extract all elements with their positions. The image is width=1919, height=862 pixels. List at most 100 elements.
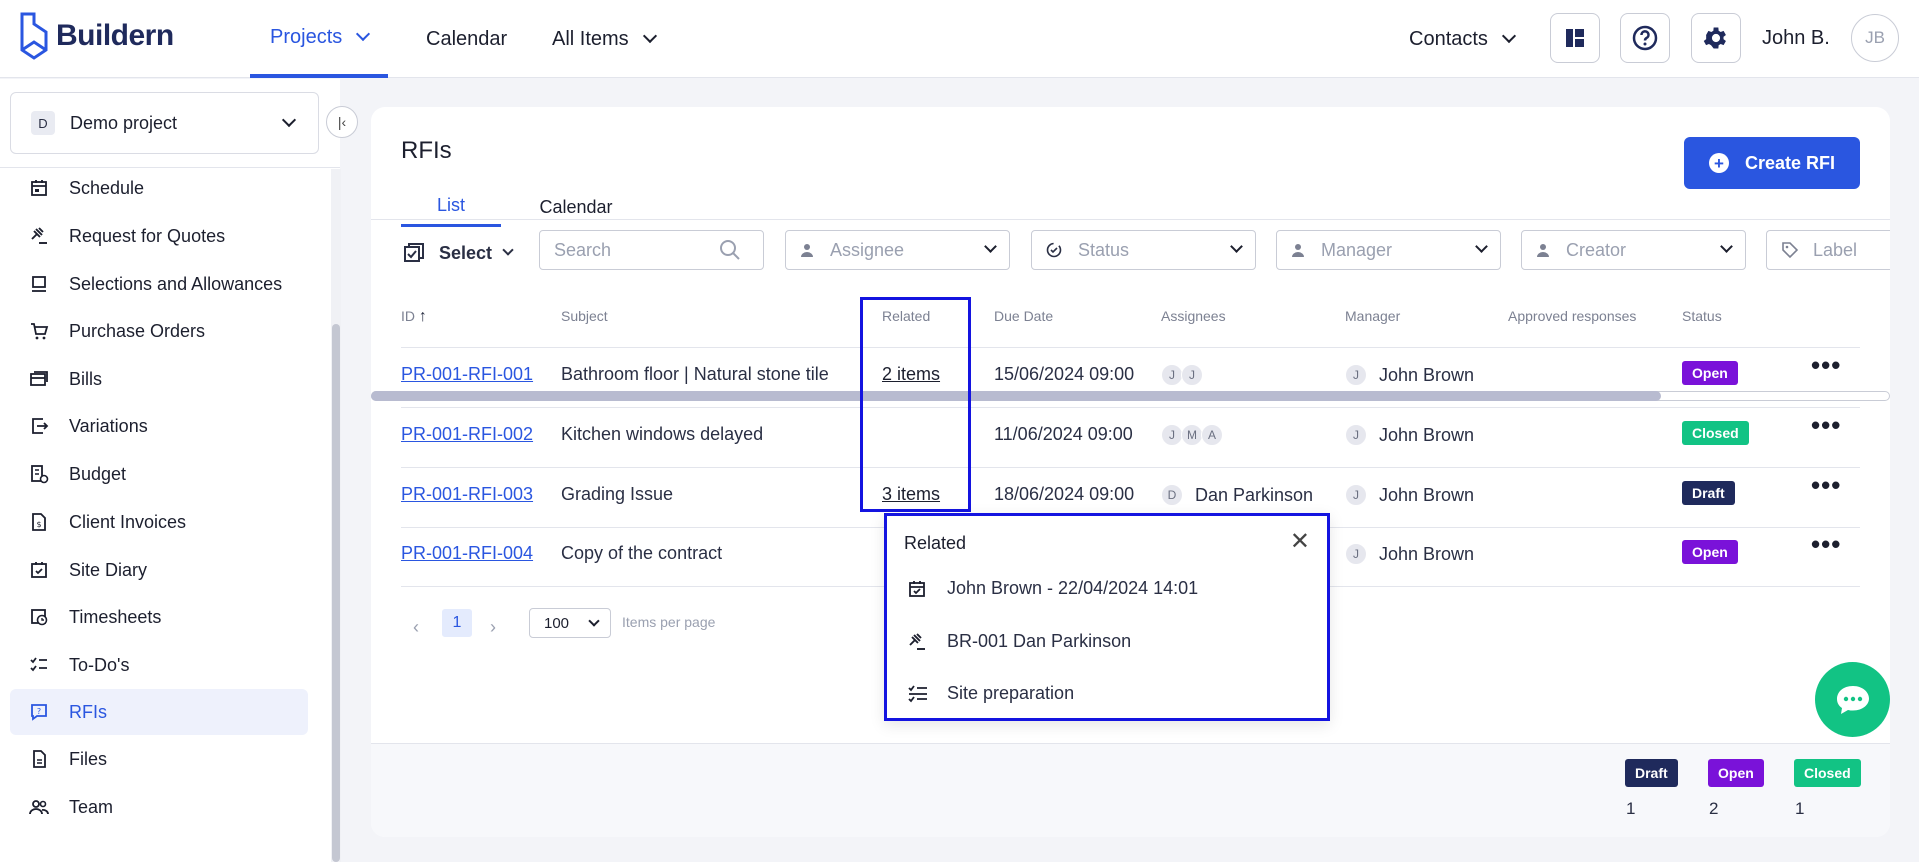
chat-button[interactable] bbox=[1815, 662, 1890, 737]
sidebar-item-label: Files bbox=[69, 748, 108, 769]
more-icon: ••• bbox=[1811, 350, 1842, 380]
creator-filter[interactable]: Creator bbox=[1521, 230, 1746, 270]
create-rfi-button[interactable]: + Create RFI bbox=[1684, 137, 1860, 189]
brand-logo[interactable]: Buildern bbox=[18, 10, 174, 62]
header-approved-responses[interactable]: Approved responses bbox=[1508, 308, 1636, 324]
tab-list-label: List bbox=[436, 195, 465, 215]
sidebar-item-budget[interactable]: Budget bbox=[10, 451, 308, 497]
header-related[interactable]: Related bbox=[882, 308, 930, 324]
manager-filter[interactable]: Manager bbox=[1276, 230, 1501, 270]
sidebar-item-timesheets[interactable]: Timesheets bbox=[10, 594, 308, 640]
sidebar-item-label: Purchase Orders bbox=[69, 320, 206, 341]
select-label: Select bbox=[439, 242, 493, 263]
more-options-button[interactable]: ••• bbox=[1811, 470, 1841, 501]
collapse-sidebar-button[interactable]: |‹ bbox=[326, 106, 358, 138]
related-item[interactable]: Site preparation bbox=[907, 683, 1074, 704]
chevron-down-icon bbox=[588, 615, 600, 627]
nav-calendar[interactable]: Calendar bbox=[426, 0, 507, 78]
popup-title: Related bbox=[904, 533, 967, 553]
sidebar: D Demo project Schedule Request for Quote… bbox=[0, 79, 341, 862]
more-options-button[interactable]: ••• bbox=[1811, 529, 1841, 560]
more-options-button[interactable]: ••• bbox=[1811, 350, 1841, 381]
schedule-icon bbox=[28, 177, 50, 199]
sidebar-item-site-diary[interactable]: Site Diary bbox=[10, 547, 308, 593]
sidebar-item-client-invoices[interactable]: $ Client Invoices bbox=[10, 499, 308, 545]
next-page-button[interactable]: › bbox=[490, 617, 496, 638]
page-title: RFIs bbox=[401, 137, 452, 164]
label-filter[interactable]: Label bbox=[1766, 230, 1890, 270]
user-name[interactable]: John B. bbox=[1762, 27, 1830, 50]
avatar: J bbox=[1181, 364, 1203, 386]
nav-projects[interactable]: Projects bbox=[250, 0, 389, 78]
nav-contacts[interactable]: Contacts bbox=[1409, 0, 1517, 78]
sidebar-item-label: Bills bbox=[69, 368, 103, 389]
prev-page-button[interactable]: ‹ bbox=[413, 617, 419, 638]
sidebar-item-purchase-orders[interactable]: Purchase Orders bbox=[10, 308, 308, 354]
settings-button[interactable] bbox=[1691, 13, 1741, 63]
rfi-id-link[interactable]: PR-001-RFI-003 bbox=[401, 484, 533, 505]
dashboard-button[interactable] bbox=[1550, 13, 1600, 63]
summary-badge-closed[interactable]: Closed bbox=[1794, 759, 1861, 787]
related-item-label: BR-001 Dan Parkinson bbox=[947, 631, 1132, 651]
sidebar-item-request-for-quotes[interactable]: Request for Quotes bbox=[10, 213, 308, 259]
per-page-select[interactable]: 100 bbox=[529, 608, 611, 638]
header-due-date[interactable]: Due Date bbox=[994, 308, 1053, 324]
rfi-id-link[interactable]: PR-001-RFI-004 bbox=[401, 543, 533, 564]
chevron-down-icon bbox=[1230, 240, 1243, 253]
more-options-button[interactable]: ••• bbox=[1811, 410, 1841, 441]
related-item[interactable]: BR-001 Dan Parkinson bbox=[907, 631, 1131, 652]
header-id[interactable]: ID ↑ bbox=[401, 308, 427, 326]
page-number-button[interactable]: 1 bbox=[442, 609, 472, 637]
search-input[interactable]: Search bbox=[539, 230, 764, 270]
header-manager[interactable]: Manager bbox=[1345, 308, 1400, 324]
sidebar-item-team[interactable]: Team bbox=[10, 784, 308, 830]
sidebar-item-to-do-s[interactable]: To-Do's bbox=[10, 642, 308, 688]
current-page: 1 bbox=[452, 614, 462, 631]
manager-cell: J John Brown bbox=[1345, 424, 1474, 446]
avatar: J bbox=[1345, 543, 1367, 565]
related-items-link[interactable]: 2 items bbox=[882, 364, 940, 385]
header-assignees[interactable]: Assignees bbox=[1161, 308, 1226, 324]
nav-calendar-label: Calendar bbox=[426, 27, 508, 50]
manager-name: John Brown bbox=[1379, 424, 1475, 445]
sidebar-item-rfis[interactable]: ? RFIs bbox=[10, 689, 308, 735]
sidebar-item-variations[interactable]: Variations bbox=[10, 403, 308, 449]
sidebar-scrollbar-thumb[interactable] bbox=[332, 324, 340, 862]
help-button[interactable] bbox=[1620, 13, 1670, 63]
related-items-link[interactable]: 3 items bbox=[882, 484, 940, 505]
gavel-icon bbox=[907, 632, 929, 652]
person-icon bbox=[1537, 244, 1549, 257]
close-button[interactable]: ✕ bbox=[1290, 530, 1310, 554]
search-icon bbox=[720, 240, 740, 260]
avatar: D bbox=[1161, 484, 1183, 506]
sidebar-item-files[interactable]: Files bbox=[10, 736, 308, 782]
rfi-card: RFIs + Create RFI List Calendar Select S… bbox=[371, 107, 1890, 837]
related-item-label: John Brown - 22/04/2024 14:01 bbox=[947, 578, 1199, 598]
summary-badge-open[interactable]: Open bbox=[1708, 759, 1764, 787]
sidebar-item-label: Timesheets bbox=[69, 606, 162, 627]
status-badge: Draft bbox=[1682, 481, 1735, 505]
related-item[interactable]: John Brown - 22/04/2024 14:01 bbox=[907, 578, 1198, 599]
rfi-id-link[interactable]: PR-001-RFI-002 bbox=[401, 424, 533, 445]
filter-bar: Select Search Assignee Status Manager Cr… bbox=[371, 219, 1890, 401]
rfi-id-link[interactable]: PR-001-RFI-001 bbox=[401, 364, 533, 385]
sidebar-item-selections-and-allowances[interactable]: Selections and Allowances bbox=[10, 261, 308, 307]
tab-calendar-label: Calendar bbox=[539, 196, 613, 217]
sidebar-item-bills[interactable]: Bills bbox=[10, 356, 308, 402]
project-selector[interactable]: D Demo project bbox=[10, 92, 319, 154]
summary-badge-draft[interactable]: Draft bbox=[1625, 759, 1678, 787]
sidebar-item-label: To-Do's bbox=[69, 654, 130, 675]
select-button[interactable]: Select bbox=[403, 242, 514, 264]
nav-all-items[interactable]: All Items bbox=[552, 0, 657, 78]
gear-icon bbox=[1703, 27, 1726, 49]
rfi-due-date: 18/06/2024 09:00 bbox=[994, 484, 1135, 504]
svg-text:$: $ bbox=[36, 520, 41, 529]
user-avatar[interactable]: JB bbox=[1851, 14, 1899, 62]
manager-cell: J John Brown bbox=[1345, 484, 1474, 506]
sidebar-item-schedule[interactable]: Schedule bbox=[10, 165, 308, 211]
status-filter[interactable]: Status bbox=[1031, 230, 1256, 270]
header-status[interactable]: Status bbox=[1682, 308, 1722, 324]
assignee-filter[interactable]: Assignee bbox=[785, 230, 1010, 270]
nav-projects-label: Projects bbox=[270, 25, 343, 48]
header-subject[interactable]: Subject bbox=[561, 308, 608, 324]
